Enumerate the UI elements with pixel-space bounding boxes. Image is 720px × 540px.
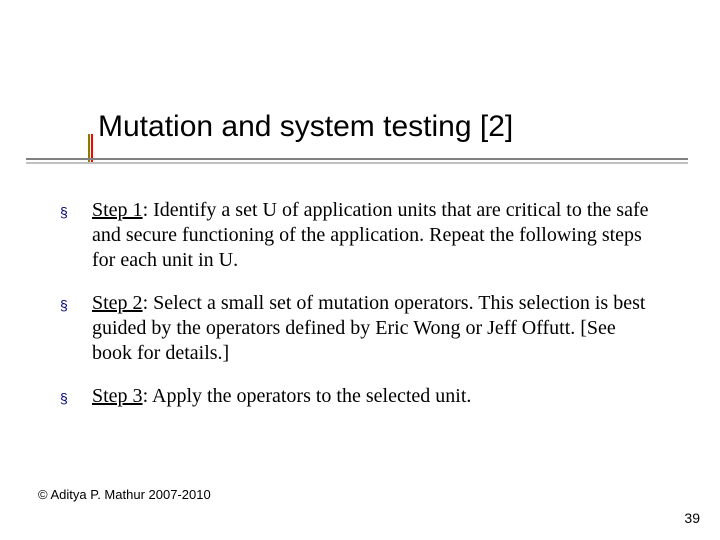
step-label: Step 1	[92, 199, 143, 221]
step-rest: : Select a small set of mutation operato…	[92, 292, 645, 364]
step-rest: : Apply the operators to the selected un…	[143, 385, 472, 407]
footer-copyright: © Aditya P. Mathur 2007-2010	[38, 487, 211, 502]
list-item: § Step 3: Apply the operators to the sel…	[60, 384, 660, 410]
list-item: § Step 1: Identify a set U of applicatio…	[60, 198, 660, 273]
page-number: 39	[684, 510, 700, 526]
slide: Mutation and system testing [2] § Step 1…	[0, 0, 720, 540]
step-label: Step 2	[92, 292, 143, 314]
bullet-icon: §	[60, 384, 92, 410]
title-wrap: Mutation and system testing [2]	[98, 110, 680, 145]
list-item-text: Step 3: Apply the operators to the selec…	[92, 384, 660, 409]
list-item: § Step 2: Select a small set of mutation…	[60, 291, 660, 366]
slide-title: Mutation and system testing [2]	[98, 110, 680, 145]
list-item-text: Step 1: Identify a set U of application …	[92, 198, 660, 273]
step-rest: : Identify a set U of application units …	[92, 199, 649, 271]
bullet-icon: §	[60, 198, 92, 224]
bullet-icon: §	[60, 291, 92, 317]
step-label: Step 3	[92, 385, 143, 407]
list-item-text: Step 2: Select a small set of mutation o…	[92, 291, 660, 366]
body: § Step 1: Identify a set U of applicatio…	[60, 198, 660, 428]
